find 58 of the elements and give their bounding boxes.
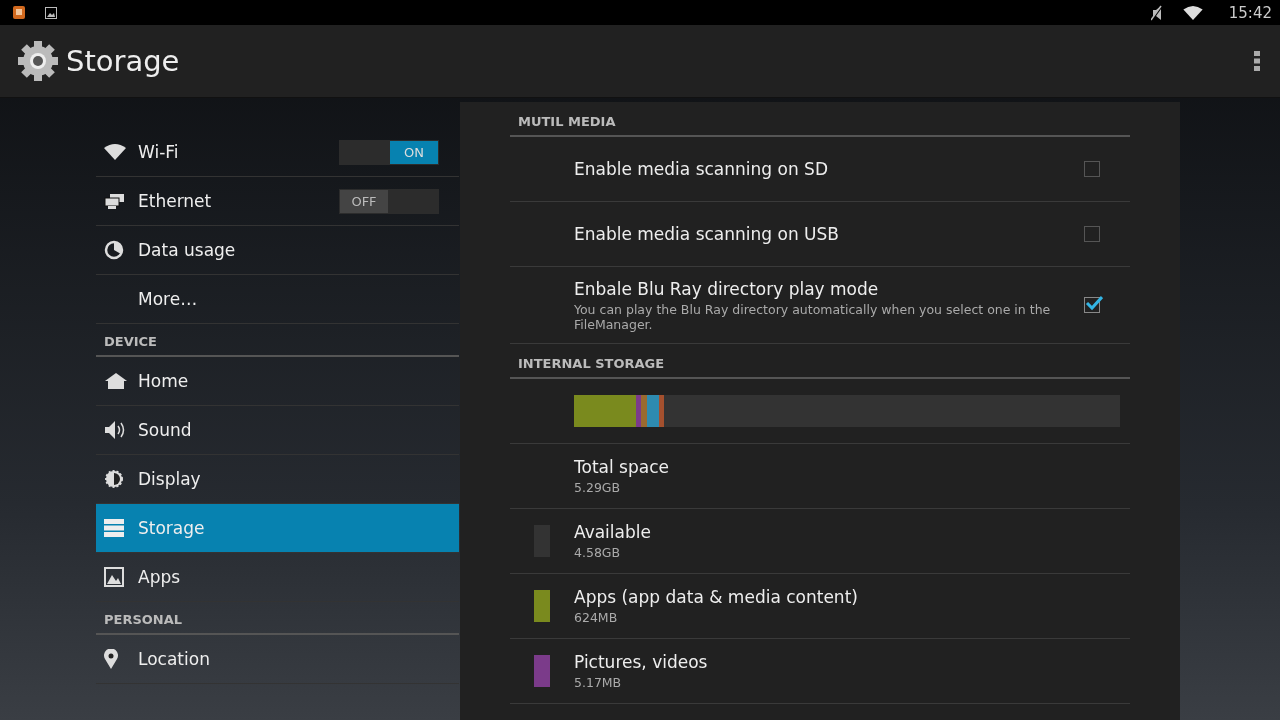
- item-label: Home: [138, 371, 190, 391]
- preference-title: Enable media scanning on SD: [574, 159, 829, 179]
- home-icon: [104, 372, 128, 390]
- sidebar-item[interactable]: Data usage: [96, 226, 459, 275]
- preference-title: Enbale Blu Ray directory play mode: [574, 278, 880, 299]
- preference-summary: 5.17MB: [574, 675, 623, 690]
- location-pin-icon: [104, 649, 118, 669]
- preference-title: Enable media scanning on USB: [574, 224, 840, 244]
- notification-icon: [13, 6, 25, 19]
- item-label: Display: [138, 469, 202, 489]
- wifi-signal-icon: [1182, 5, 1203, 20]
- preference-title: Apps (app data & media content): [574, 587, 859, 607]
- toggle-thumb: ON: [390, 140, 438, 164]
- storage-icon: [104, 519, 124, 537]
- item-label: Apps: [138, 567, 182, 587]
- item-label: Location: [138, 649, 211, 669]
- screen-title: Storage: [66, 44, 181, 78]
- item-label: Wi-Fi: [138, 142, 180, 162]
- sidebar-item[interactable]: Wi-Fi ON: [96, 128, 459, 177]
- pie-chart-icon: [104, 240, 124, 260]
- checkbox[interactable]: [1084, 297, 1100, 313]
- item-label: Sound: [138, 420, 193, 440]
- checkbox[interactable]: [1084, 161, 1100, 177]
- image-icon: [45, 6, 57, 19]
- sidebar-item[interactable]: More…: [96, 275, 459, 324]
- toggle-switch[interactable]: OFF: [339, 188, 439, 214]
- menu-icon[interactable]: [1254, 51, 1260, 71]
- sidebar-item[interactable]: Sound: [96, 406, 459, 455]
- apps-icon: [104, 567, 124, 587]
- preference-summary: 5.29GB: [574, 480, 622, 495]
- sidebar-item[interactable]: Apps: [96, 553, 459, 602]
- section-header: DEVICE: [96, 324, 459, 357]
- gear-icon[interactable]: [16, 39, 60, 83]
- checkbox[interactable]: [1084, 226, 1100, 242]
- item-label: Ethernet: [138, 191, 213, 211]
- muted-icon: [1150, 4, 1163, 21]
- preference-summary: 624MB: [574, 610, 619, 625]
- wifi-icon: [104, 144, 126, 160]
- item-label: Storage: [138, 518, 206, 538]
- preference-title: Available: [574, 522, 652, 542]
- brightness-icon: [104, 469, 124, 489]
- preference-summary: 4.58GB: [574, 545, 622, 560]
- sidebar-item[interactable]: Location: [96, 635, 459, 684]
- section-header: MUTIL MEDIA: [510, 102, 1130, 137]
- sidebar-item[interactable]: Storage: [96, 504, 459, 553]
- section-header: INTERNAL STORAGE: [510, 344, 1130, 379]
- preference-summary: You can play the Blu Ray directory automatically when you select one in the FileManager.: [574, 301, 1052, 332]
- clock: 15:42: [1228, 3, 1272, 22]
- sidebar-item[interactable]: Home: [96, 357, 459, 406]
- toggle-thumb: OFF: [340, 189, 388, 213]
- item-label: More…: [138, 289, 199, 309]
- section-header: PERSONAL: [96, 602, 459, 635]
- preference-title: Pictures, videos: [574, 652, 709, 672]
- sidebar-item[interactable]: Ethernet OFF: [96, 177, 459, 226]
- preference-title: Total space: [574, 457, 670, 477]
- speaker-icon: [104, 420, 126, 440]
- item-label: Data usage: [138, 240, 237, 260]
- ethernet-icon: [104, 193, 126, 209]
